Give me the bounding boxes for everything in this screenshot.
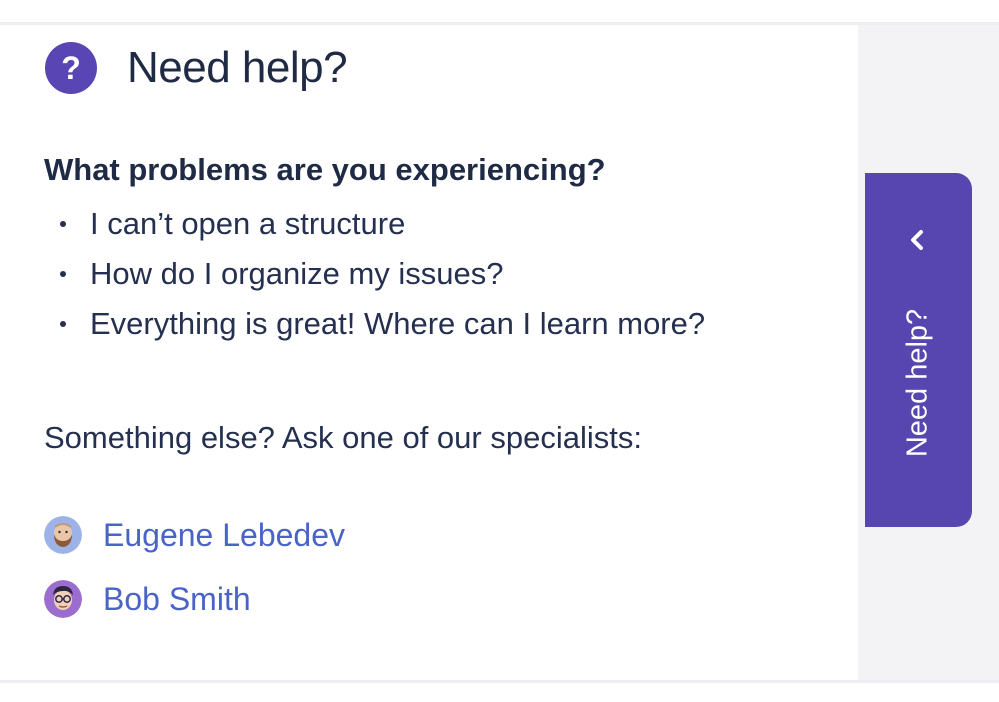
problem-item[interactable]: Everything is great! Where can I learn m… — [60, 299, 705, 349]
problem-item-label: How do I organize my issues? — [90, 256, 504, 291]
bearded-man-avatar — [44, 516, 82, 554]
problem-item[interactable]: How do I organize my issues? — [60, 249, 705, 299]
question-icon: ? — [45, 42, 97, 94]
specialist-link[interactable]: Eugene Lebedev — [103, 517, 345, 554]
specialist-item[interactable]: Bob Smith — [44, 574, 345, 624]
problem-item-label: Everything is great! Where can I learn m… — [90, 306, 706, 341]
specialist-item[interactable]: Eugene Lebedev — [44, 510, 345, 560]
man-with-glasses-avatar — [44, 580, 82, 618]
need-help-tab[interactable]: Need help? — [865, 173, 972, 527]
bullet-icon — [60, 321, 66, 327]
specialist-list: Eugene Lebedev Bob Smith — [44, 510, 345, 638]
panel-title: Need help? — [127, 43, 348, 92]
specialist-link[interactable]: Bob Smith — [103, 581, 251, 618]
problems-question: What problems are you experiencing? — [44, 152, 606, 187]
bullet-icon — [60, 271, 66, 277]
chevron-left-icon — [911, 230, 923, 250]
bottom-strip — [0, 683, 999, 702]
tab-label-wrap: Need help? — [865, 283, 972, 483]
ask-specialists-text: Something else? Ask one of our specialis… — [44, 420, 642, 455]
top-strip — [0, 0, 999, 22]
panel-header: ? Need help? — [45, 40, 348, 96]
bullet-icon — [60, 221, 66, 227]
problem-list: I can’t open a structure How do I organi… — [60, 199, 705, 349]
tab-label: Need help? — [901, 308, 934, 458]
problem-item[interactable]: I can’t open a structure — [60, 199, 705, 249]
problem-item-label: I can’t open a structure — [90, 206, 406, 241]
